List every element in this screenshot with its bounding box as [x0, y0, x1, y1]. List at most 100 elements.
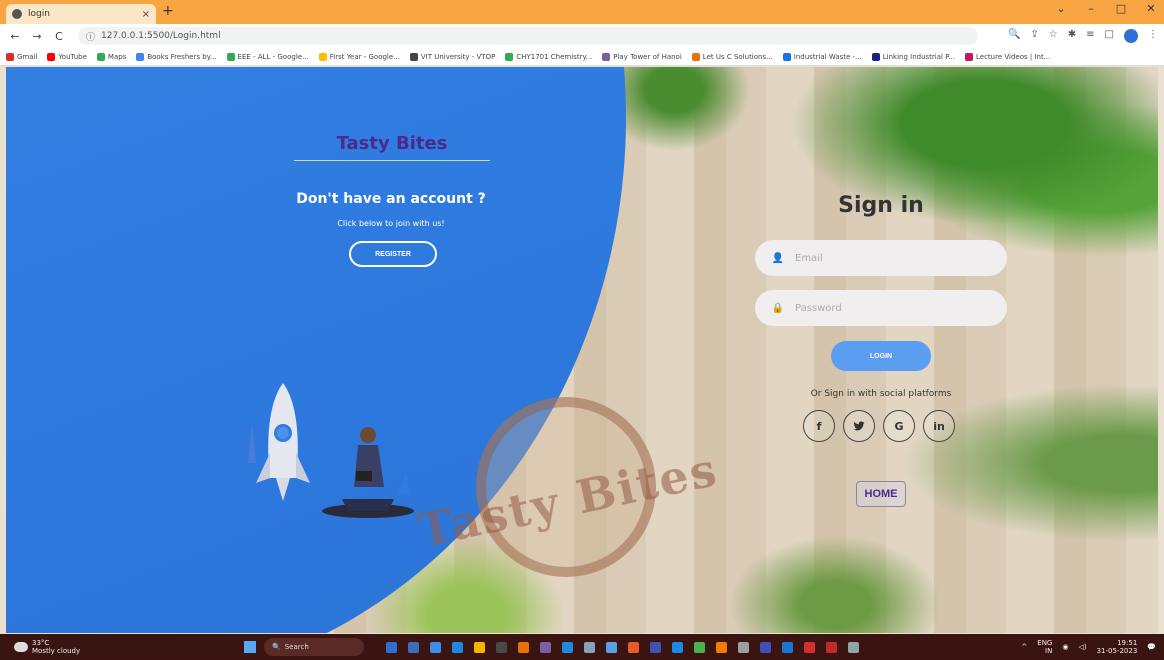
maximize-icon[interactable]: □: [1114, 2, 1128, 15]
email-field[interactable]: 👤: [755, 240, 1007, 276]
linkedin-icon[interactable]: in: [923, 410, 955, 442]
person-icon: [322, 427, 414, 518]
close-window-icon[interactable]: ✕: [1144, 2, 1158, 15]
bookmark-label: EEE - ALL - Google...: [237, 52, 309, 61]
bookmark-label: Play Tower of Hanoi: [613, 52, 682, 61]
taskbar-app-icon[interactable]: [804, 641, 815, 653]
taskbar-search[interactable]: 🔍 Search: [264, 638, 364, 656]
user-icon: 👤: [771, 252, 785, 264]
search-icon: 🔍: [272, 643, 281, 651]
share-icon[interactable]: ⇪: [1030, 29, 1038, 43]
new-tab-button[interactable]: +: [162, 3, 174, 19]
bookmark-item[interactable]: CHY1701 Chemistry...: [505, 52, 593, 61]
reload-icon[interactable]: C: [50, 30, 68, 43]
volume-icon[interactable]: ◁): [1078, 643, 1086, 651]
bookmark-label: Industrial Waste -...: [793, 52, 862, 61]
taskbar-app-icon[interactable]: [782, 641, 793, 653]
back-arrow-icon[interactable]: ←: [6, 30, 24, 43]
taskbar-app-icon[interactable]: [540, 641, 551, 653]
star-icon[interactable]: ☆: [1049, 29, 1058, 43]
taskbar-app-icon[interactable]: [672, 641, 683, 653]
bookmark-favicon-icon: [602, 52, 611, 61]
taskbar-app-icon[interactable]: [584, 641, 595, 653]
bookmark-label: Let Us C Solutions...: [702, 52, 773, 61]
bookmark-item[interactable]: Let Us C Solutions...: [691, 52, 773, 61]
taskbar-app-icon[interactable]: [562, 641, 573, 653]
wifi-icon[interactable]: ◉: [1062, 643, 1068, 651]
facebook-icon[interactable]: f: [803, 410, 835, 442]
bookmark-favicon-icon: [226, 52, 235, 61]
bookmark-favicon-icon: [409, 52, 418, 61]
taskbar-app-icon[interactable]: [452, 641, 463, 653]
bookmark-item[interactable]: Gmail: [6, 52, 37, 61]
taskbar-app-icon[interactable]: [518, 641, 529, 653]
browser-tab[interactable]: login ×: [6, 4, 156, 24]
system-tray: ^ ENG IN ◉ ◁) 19:51 31-05-2023 💬: [1021, 639, 1156, 655]
temperature: 33°C: [32, 639, 50, 647]
taskbar-app-icon[interactable]: [760, 641, 771, 653]
menu-icon[interactable]: ⋮: [1148, 29, 1158, 43]
taskbar-app-icon[interactable]: [628, 641, 639, 653]
globe-icon: [12, 9, 22, 19]
windows-start-icon[interactable]: [244, 641, 256, 653]
bookmark-item[interactable]: First Year - Google...: [318, 52, 400, 61]
twitter-icon[interactable]: [843, 410, 875, 442]
bookmark-item[interactable]: Maps: [96, 52, 126, 61]
rocket-icon: [256, 383, 310, 501]
profile-avatar[interactable]: [1124, 29, 1138, 43]
taskbar-app-icon[interactable]: [694, 641, 705, 653]
bookmark-item[interactable]: Linking Industrial P...: [871, 52, 955, 61]
tab-search-icon[interactable]: ⌄: [1054, 2, 1068, 15]
taskbar-app-icon[interactable]: [606, 641, 617, 653]
google-icon[interactable]: G: [883, 410, 915, 442]
bookmark-item[interactable]: EEE - ALL - Google...: [226, 52, 309, 61]
home-button[interactable]: HOME: [856, 481, 906, 507]
taskbar-app-icon[interactable]: [826, 641, 837, 653]
address-bar[interactable]: ⓘ 127.0.0.1:5500/Login.html: [78, 27, 978, 45]
taskbar-app-icon[interactable]: [738, 641, 749, 653]
taskbar-app-icon[interactable]: [386, 641, 397, 653]
clock[interactable]: 19:51 31-05-2023: [1097, 639, 1138, 655]
bookmark-favicon-icon: [6, 52, 14, 61]
bookmark-item[interactable]: Books Freshers by...: [136, 52, 217, 61]
bookmark-item[interactable]: Industrial Waste -...: [782, 52, 862, 61]
taskbar-app-icon[interactable]: [716, 641, 727, 653]
taskbar-app-icon[interactable]: [848, 641, 859, 653]
forward-arrow-icon[interactable]: →: [28, 30, 46, 43]
browser-titlebar: login × + ⌄ – □ ✕: [0, 0, 1164, 24]
taskbar-app-icon[interactable]: [650, 641, 661, 653]
login-button[interactable]: LOGIN: [831, 341, 931, 371]
region: IN: [1045, 647, 1053, 655]
bookmark-item[interactable]: VIT University - VTOP: [409, 52, 495, 61]
bookmark-label: First Year - Google...: [329, 52, 400, 61]
taskbar-app-icon[interactable]: [496, 641, 507, 653]
sidepanel-icon[interactable]: □: [1105, 29, 1114, 43]
password-input[interactable]: [795, 302, 995, 314]
zoom-icon[interactable]: 🔍: [1008, 29, 1020, 43]
taskbar-app-icon[interactable]: [430, 641, 441, 653]
site-info-icon[interactable]: ⓘ: [86, 30, 95, 43]
password-field[interactable]: 🔒: [755, 290, 1007, 326]
close-tab-icon[interactable]: ×: [142, 9, 150, 20]
extensions-icon[interactable]: ✱: [1068, 29, 1076, 43]
language[interactable]: ENG: [1037, 639, 1052, 647]
email-input[interactable]: [795, 252, 995, 264]
chevron-up-icon[interactable]: ^: [1021, 643, 1027, 651]
bookmark-item[interactable]: Lecture Videos | Int...: [965, 52, 1050, 61]
panel-heading: Don't have an account ?: [296, 191, 486, 207]
weather-status: Mostly cloudy: [32, 647, 81, 655]
bookmark-favicon-icon: [871, 52, 880, 61]
register-button[interactable]: REGISTER: [349, 241, 437, 267]
bookmark-label: CHY1701 Chemistry...: [516, 52, 593, 61]
bookmark-favicon-icon: [96, 52, 105, 61]
media-icon[interactable]: ≡: [1086, 29, 1094, 43]
taskbar-app-icon[interactable]: [408, 641, 419, 653]
bookmark-item[interactable]: YouTube: [47, 52, 87, 61]
weather-widget[interactable]: 33°C Mostly cloudy: [14, 639, 114, 655]
bookmark-favicon-icon: [505, 52, 514, 61]
bookmark-item[interactable]: Play Tower of Hanoi: [602, 52, 682, 61]
date: 31-05-2023: [1096, 647, 1138, 655]
minimize-icon[interactable]: –: [1084, 2, 1098, 15]
notification-icon[interactable]: 💬: [1147, 643, 1156, 651]
taskbar-app-icon[interactable]: [474, 641, 485, 653]
